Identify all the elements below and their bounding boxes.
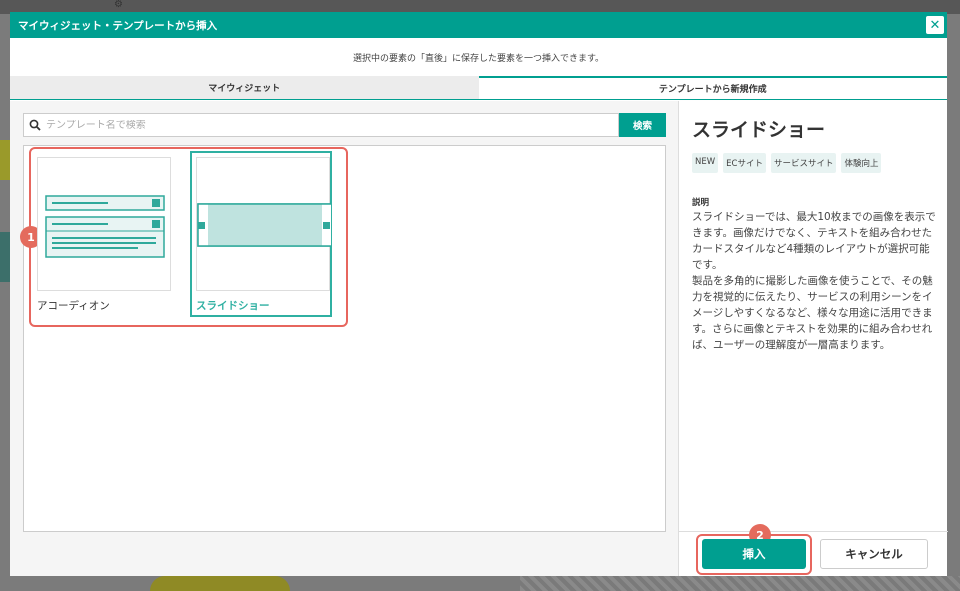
template-detail-panel: スライドショー NEW ECサイト サービスサイト 体験向上 説明 スライドショ… <box>678 101 948 576</box>
modal-header: マイウィジェット・テンプレートから挿入 <box>10 12 947 38</box>
modal-subtitle: 選択中の要素の「直後」に保存した要素を一つ挿入できます。 <box>352 53 605 64</box>
tab-bar: マイウィジェット テンプレートから新規作成 <box>10 76 947 100</box>
search-icon <box>24 119 46 131</box>
tag-badge: ECサイト <box>723 153 766 173</box>
close-icon[interactable]: ✕ <box>926 16 944 34</box>
search-button[interactable]: 検索 <box>619 113 666 137</box>
modal-body: 検索 1 <box>10 101 948 576</box>
gear-icon: ⚙ <box>114 0 123 10</box>
tag-badge: NEW <box>692 153 719 173</box>
template-list-panel: 検索 1 <box>10 101 678 576</box>
tab-template-new[interactable]: テンプレートから新規作成 <box>478 76 947 99</box>
template-card-label: スライドショー <box>196 300 270 312</box>
search-input[interactable] <box>46 119 606 131</box>
description-paragraph: スライドショーでは、最大10枚までの画像を表示できます。画像だけでなく、テキスト… <box>692 211 936 271</box>
detail-title: スライドショー <box>692 119 826 141</box>
background-checker <box>520 576 960 591</box>
insert-modal: マイウィジェット・テンプレートから挿入 ✕ 選択中の要素の「直後」に保存した要素… <box>10 12 948 576</box>
search-bar: 検索 <box>23 113 666 137</box>
insert-button[interactable]: 挿入 <box>702 539 806 569</box>
cancel-button[interactable]: キャンセル <box>820 539 928 569</box>
accordion-thumbnail <box>37 157 171 291</box>
footer-divider <box>679 531 948 532</box>
description-label: 説明 <box>692 198 710 208</box>
tag-badge: 体験向上 <box>841 153 882 173</box>
description-text: スライドショーでは、最大10枚までの画像を表示できます。画像だけでなく、テキスト… <box>692 209 938 353</box>
modal-title: マイウィジェット・テンプレートから挿入 <box>18 19 218 32</box>
background-banner <box>0 140 10 180</box>
search-box <box>23 113 619 137</box>
template-card-slideshow[interactable]: スライドショー <box>190 151 333 317</box>
background-block <box>0 232 10 282</box>
tag-list: NEW ECサイト サービスサイト 体験向上 <box>692 153 882 173</box>
template-card-label: アコーディオン <box>37 300 110 312</box>
tag-badge: サービスサイト <box>770 153 837 173</box>
description-paragraph: 製品を多角的に撮影した画像を使うことで、その魅力を視覚的に伝えたり、サービスの利… <box>692 275 933 351</box>
tab-my-widget[interactable]: マイウィジェット <box>10 76 479 99</box>
template-grid: 1 アコーディオン スライドショー <box>20 145 666 532</box>
slideshow-thumbnail <box>196 157 333 291</box>
background-yellow-shape <box>150 576 290 591</box>
template-card-accordion[interactable]: アコーディオン <box>33 153 175 319</box>
